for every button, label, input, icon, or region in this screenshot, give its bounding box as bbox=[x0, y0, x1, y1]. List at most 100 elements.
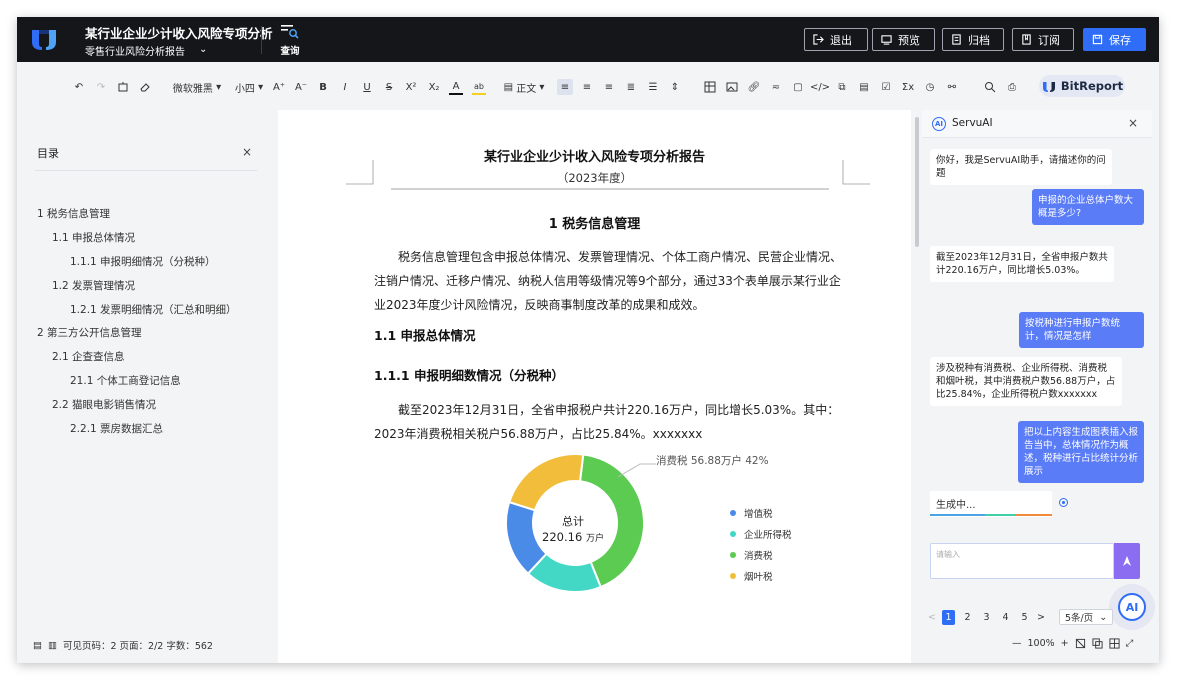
share-icon[interactable]: ⚯ bbox=[945, 79, 959, 95]
exit-button[interactable]: 退出 bbox=[804, 28, 868, 51]
increase-font-icon[interactable]: A⁺ bbox=[273, 79, 285, 95]
grid-icon[interactable] bbox=[1109, 638, 1120, 649]
document-page[interactable]: 某行业企业少计收入风险专项分析报告 （2023年度） 1 税务信息管理 税务信息… bbox=[278, 110, 911, 663]
print-icon[interactable]: ⎙ bbox=[1005, 79, 1019, 95]
bold-icon[interactable]: B bbox=[317, 79, 329, 95]
code-icon[interactable]: </> bbox=[810, 79, 830, 95]
toc-item[interactable]: 21.1 个体工商登记信息 bbox=[70, 373, 181, 388]
undo-icon[interactable]: ↶ bbox=[73, 79, 85, 95]
legend-item[interactable]: 增值税 bbox=[730, 506, 773, 520]
archive-button[interactable]: 归档 bbox=[942, 28, 1004, 51]
fit-page-icon[interactable] bbox=[1075, 638, 1086, 649]
font-size-select[interactable]: 小四 ▾ bbox=[233, 79, 265, 95]
align-right-icon[interactable]: ≡ bbox=[601, 79, 617, 95]
document-scrollbar[interactable] bbox=[915, 117, 919, 247]
subscript-icon[interactable]: X₂ bbox=[427, 79, 441, 95]
archive-icon bbox=[952, 34, 961, 45]
redo-icon[interactable]: ↷ bbox=[95, 79, 107, 95]
doc-subtitle[interactable]: 零售行业风险分析报告 bbox=[85, 43, 185, 58]
image-icon[interactable] bbox=[725, 79, 739, 95]
outline-icon[interactable]: ▤ bbox=[33, 640, 42, 651]
toc-item[interactable]: 1.2.1 发票明细情况（汇总和明细） bbox=[70, 302, 237, 317]
format-painter-icon[interactable] bbox=[117, 79, 129, 95]
paragraph-style-value: 正文 bbox=[516, 83, 537, 95]
close-icon[interactable]: × bbox=[242, 145, 252, 159]
toc-item[interactable]: 2.2 猫眼电影销售情况 bbox=[52, 397, 156, 412]
underline-icon[interactable]: U bbox=[361, 79, 373, 95]
table-icon[interactable] bbox=[703, 79, 717, 95]
strikethrough-icon[interactable]: S bbox=[383, 79, 395, 95]
font-family-value: 微软雅黑 bbox=[172, 83, 213, 95]
pagination-next[interactable]: > bbox=[1037, 612, 1045, 623]
ai-assistant-button[interactable]: AI bbox=[1109, 584, 1155, 630]
page-size-select[interactable]: 5条/页 ⌄ bbox=[1058, 609, 1114, 625]
send-button[interactable] bbox=[1114, 543, 1140, 579]
pagination-page[interactable]: 1 bbox=[941, 609, 955, 625]
legend-item[interactable]: 烟叶税 bbox=[730, 569, 773, 583]
page-icon[interactable]: ▥ bbox=[48, 640, 57, 651]
zoom-out-icon[interactable]: — bbox=[1012, 638, 1022, 649]
fullscreen-icon[interactable]: ⤢ bbox=[1126, 638, 1134, 649]
legend-item[interactable]: 企业所得税 bbox=[730, 527, 792, 541]
toc-item[interactable]: 1.2 发票管理情况 bbox=[52, 278, 135, 293]
legend-dot bbox=[730, 510, 736, 516]
chart-center-label: 总计 bbox=[562, 515, 584, 528]
font-color-icon[interactable]: A bbox=[449, 79, 463, 95]
divider bbox=[35, 170, 257, 171]
formula-icon[interactable]: Σx bbox=[901, 79, 915, 95]
pagination-page[interactable]: 3 bbox=[980, 610, 993, 625]
donut-slice[interactable] bbox=[507, 453, 585, 512]
toc-item[interactable]: 1 税务信息管理 bbox=[37, 206, 110, 221]
subscribe-button[interactable]: 订阅 bbox=[1012, 28, 1074, 51]
separator-icon[interactable]: ≂ bbox=[769, 79, 783, 95]
pagination-prev[interactable]: < bbox=[928, 612, 936, 623]
toc-item[interactable]: 2.2.1 票房数据汇总 bbox=[70, 421, 163, 436]
copy-icon[interactable] bbox=[1092, 638, 1103, 649]
radio-indicator[interactable] bbox=[1059, 498, 1068, 507]
top-bar: 某行业企业少计收入风险专项分析 零售行业风险分析报告 ⌄ 查询 退出 预览 归档 bbox=[17, 17, 1159, 62]
decrease-font-icon[interactable]: A⁻ bbox=[295, 79, 307, 95]
toc-item[interactable]: 1.1.1 申报明细情况（分税种） bbox=[70, 254, 216, 269]
legend-item[interactable]: 消费税 bbox=[730, 548, 773, 562]
chart-center-value: 220.16 万户 bbox=[518, 530, 628, 544]
close-icon[interactable]: × bbox=[1128, 116, 1138, 130]
align-center-icon[interactable]: ≡ bbox=[579, 79, 595, 95]
link-icon[interactable]: 🔗︎ bbox=[747, 79, 761, 95]
page-break-icon[interactable]: ▢ bbox=[791, 79, 805, 95]
highlight-icon[interactable]: ab bbox=[472, 79, 486, 95]
save-button[interactable]: 保存 bbox=[1083, 28, 1146, 51]
zoom-in-icon[interactable]: + bbox=[1061, 638, 1069, 649]
bookmark-icon bbox=[1022, 34, 1031, 45]
superscript-icon[interactable]: X² bbox=[405, 79, 417, 95]
align-justify-icon[interactable]: ≣ bbox=[623, 79, 639, 95]
list-icon[interactable]: ☰ bbox=[645, 79, 661, 95]
clock-icon[interactable]: ◷ bbox=[923, 79, 937, 95]
bitreport-label: BitReport bbox=[1060, 79, 1124, 93]
paragraph-style-select[interactable]: ▤ 正文 ▾ bbox=[501, 79, 547, 95]
toc-item[interactable]: 2.1 企查查信息 bbox=[52, 349, 125, 364]
doc-title: 某行业企业少计收入风险专项分析 bbox=[85, 26, 273, 41]
pagination-page[interactable]: 4 bbox=[999, 610, 1012, 625]
document-icon[interactable]: ▤ bbox=[857, 79, 871, 95]
center-unit: 万户 bbox=[585, 534, 604, 544]
font-family-select[interactable]: 微软雅黑 ▾ bbox=[169, 79, 225, 95]
chevron-down-icon[interactable]: ⌄ bbox=[199, 44, 207, 55]
toc-item[interactable]: 2 第三方公开信息管理 bbox=[37, 325, 142, 340]
search-icon[interactable] bbox=[983, 79, 997, 95]
ai-fab-label: AI bbox=[1118, 593, 1146, 621]
pagination-page[interactable]: 2 bbox=[961, 610, 974, 625]
toc-item[interactable]: 1.1 申报总体情况 bbox=[52, 230, 135, 245]
legend-label: 企业所得税 bbox=[744, 530, 792, 541]
donut-chart[interactable] bbox=[278, 110, 911, 663]
preview-button[interactable]: 预览 bbox=[872, 28, 935, 51]
chat-input[interactable]: 请输入 bbox=[930, 543, 1114, 579]
checkbox-icon[interactable]: ☑ bbox=[879, 79, 893, 95]
align-left-icon[interactable]: ≡ bbox=[557, 79, 573, 95]
italic-icon[interactable]: I bbox=[339, 79, 351, 95]
query-button[interactable]: 查询 bbox=[279, 23, 301, 58]
chart-insert-icon[interactable]: ⧉ bbox=[835, 79, 849, 95]
line-spacing-icon[interactable]: ⇕ bbox=[667, 79, 683, 95]
pagination-page[interactable]: 5 bbox=[1018, 610, 1031, 625]
eraser-icon[interactable] bbox=[139, 79, 151, 95]
bitreport-brand[interactable]: BitReport bbox=[1039, 75, 1125, 97]
